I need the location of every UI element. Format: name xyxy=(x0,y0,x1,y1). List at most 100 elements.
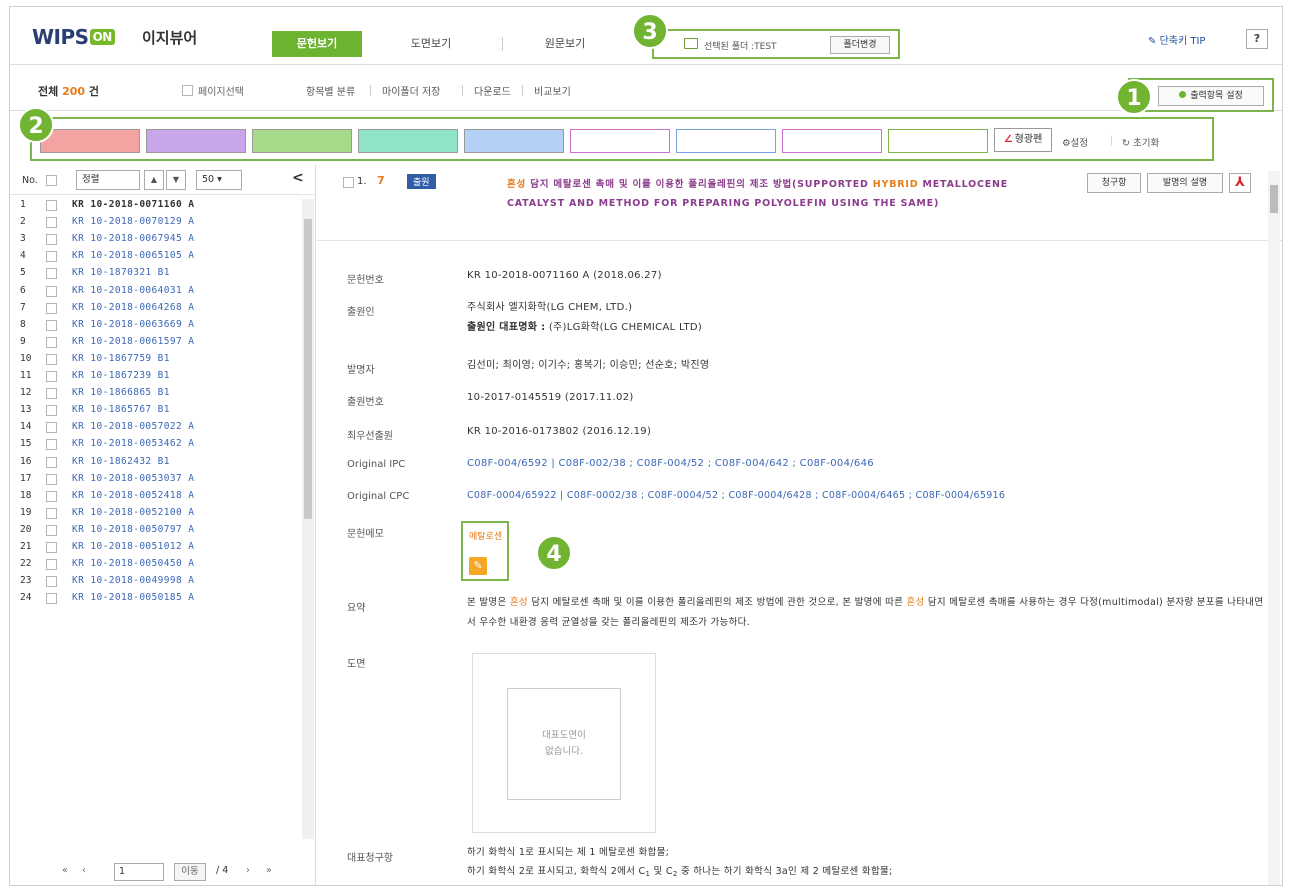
row-checkbox[interactable] xyxy=(46,439,57,451)
list-item[interactable]: 2 KR 10-2018-0070129 A xyxy=(10,214,302,231)
scrollbar-thumb[interactable] xyxy=(1270,185,1278,213)
row-checkbox[interactable] xyxy=(46,422,57,434)
highlight-settings-link[interactable]: ⚙설정 xyxy=(1062,135,1088,149)
cpc-links[interactable]: C08F-0004/65922 | C08F-0002/38 ; C08F-00… xyxy=(467,486,1267,506)
document-number-link[interactable]: KR 10-2018-0064268 A xyxy=(72,302,194,313)
select-all-checkbox[interactable] xyxy=(46,175,57,186)
prev-page-button[interactable]: ‹ xyxy=(82,865,86,876)
highlight-swatch-4[interactable] xyxy=(358,129,458,153)
row-checkbox[interactable] xyxy=(46,524,57,536)
highlight-swatch-5[interactable] xyxy=(464,129,564,153)
row-checkbox[interactable] xyxy=(46,200,57,211)
next-page-button[interactable]: › xyxy=(246,865,250,876)
document-number-link[interactable]: KR 10-2018-0049998 A xyxy=(72,575,194,586)
row-checkbox[interactable] xyxy=(46,302,57,314)
list-item[interactable]: 17 KR 10-2018-0053037 A xyxy=(10,471,302,488)
list-item[interactable]: 18 KR 10-2018-0052418 A xyxy=(10,488,302,505)
document-number-link[interactable]: KR 10-2018-0050185 A xyxy=(72,592,194,603)
document-number-link[interactable]: KR 10-2018-0052418 A xyxy=(72,490,194,501)
list-item[interactable]: 8 KR 10-2018-0063669 A xyxy=(10,317,302,334)
tab-original-view[interactable]: 원문보기 xyxy=(520,31,610,57)
pdf-icon[interactable]: ⅄ xyxy=(1229,173,1251,193)
document-number-link[interactable]: KR 10-2018-0053037 A xyxy=(72,473,194,484)
highlight-swatch-1[interactable] xyxy=(40,129,140,153)
shortcut-tip-link[interactable]: ✎ 단축키 TIP xyxy=(1148,32,1205,47)
document-number-link[interactable]: KR 10-1865767 B1 xyxy=(72,404,170,415)
row-checkbox[interactable] xyxy=(46,234,57,246)
row-checkbox[interactable] xyxy=(46,593,57,605)
row-checkbox[interactable] xyxy=(46,490,57,502)
last-page-button[interactable]: » xyxy=(266,865,272,876)
highlight-swatch-2[interactable] xyxy=(146,129,246,153)
highlight-swatch-9[interactable] xyxy=(888,129,988,153)
document-number-link[interactable]: KR 10-2018-0063669 A xyxy=(72,319,194,330)
sort-descending-button[interactable]: ▼ xyxy=(166,170,186,190)
document-number-link[interactable]: KR 10-2018-0050797 A xyxy=(72,524,194,535)
list-item[interactable]: 24 KR 10-2018-0050185 A xyxy=(10,590,302,607)
document-number-link[interactable]: KR 10-2018-0061597 A xyxy=(72,336,194,347)
row-checkbox[interactable] xyxy=(46,268,57,280)
highlight-reset-link[interactable]: ↻ 초기화 xyxy=(1122,135,1159,149)
list-item[interactable]: 9 KR 10-2018-0061597 A xyxy=(10,334,302,351)
list-item[interactable]: 14 KR 10-2018-0057022 A xyxy=(10,419,302,436)
highlight-swatch-8[interactable] xyxy=(782,129,882,153)
list-item[interactable]: 3 KR 10-2018-0067945 A xyxy=(10,231,302,248)
list-item[interactable]: 19 KR 10-2018-0052100 A xyxy=(10,505,302,522)
list-item[interactable]: 22 KR 10-2018-0050450 A xyxy=(10,556,302,573)
document-number-link[interactable]: KR 10-1867239 B1 xyxy=(72,370,170,381)
output-settings-button[interactable]: 출력항목 설정 xyxy=(1158,86,1264,106)
page-number-input[interactable]: 1 xyxy=(114,863,164,881)
tab-drawing-view[interactable]: 도면보기 xyxy=(386,31,476,57)
document-number-link[interactable]: KR 10-2018-0050450 A xyxy=(72,558,194,569)
document-number-link[interactable]: KR 10-2018-0051012 A xyxy=(72,541,194,552)
sort-select[interactable]: 정렬 xyxy=(76,170,140,190)
row-checkbox[interactable] xyxy=(46,353,57,365)
scrollbar-thumb[interactable] xyxy=(304,219,312,519)
document-number-link[interactable]: KR 10-2018-0053462 A xyxy=(72,438,194,449)
row-checkbox[interactable] xyxy=(46,319,57,331)
save-my-folder-link[interactable]: 마이폴더 저장 xyxy=(382,83,440,98)
per-page-select[interactable]: 50 ▾ xyxy=(196,170,242,190)
row-checkbox[interactable] xyxy=(46,217,57,229)
go-page-button[interactable]: 이동 xyxy=(174,863,206,881)
change-folder-button[interactable]: 폴더변경 xyxy=(830,36,890,54)
highlighter-button[interactable]: ∠ 형광펜 xyxy=(994,128,1052,152)
row-checkbox[interactable] xyxy=(46,336,57,348)
row-checkbox[interactable] xyxy=(46,388,57,400)
row-checkbox[interactable] xyxy=(46,405,57,417)
sort-ascending-button[interactable]: ▲ xyxy=(144,170,164,190)
select-page-checkbox[interactable]: 페이지선택 xyxy=(182,83,244,98)
claims-button[interactable]: 청구항 xyxy=(1087,173,1141,193)
document-number-link[interactable]: KR 10-1867759 B1 xyxy=(72,353,170,364)
row-checkbox[interactable] xyxy=(46,473,57,485)
list-item[interactable]: 23 KR 10-2018-0049998 A xyxy=(10,573,302,590)
download-link[interactable]: 다운로드 xyxy=(474,83,511,98)
document-number-link[interactable]: KR 10-1862432 B1 xyxy=(72,456,170,467)
list-item[interactable]: 7 KR 10-2018-0064268 A xyxy=(10,300,302,317)
document-number-link[interactable]: KR 10-2018-0052100 A xyxy=(72,507,194,518)
list-item[interactable]: 21 KR 10-2018-0051012 A xyxy=(10,539,302,556)
detail-scrollbar[interactable] xyxy=(1268,171,1280,885)
row-checkbox[interactable] xyxy=(46,576,57,588)
row-checkbox[interactable] xyxy=(46,542,57,553)
document-number-link[interactable]: KR 10-2018-0070129 A xyxy=(72,216,194,227)
row-checkbox[interactable] xyxy=(46,251,57,263)
list-item[interactable]: 6 KR 10-2018-0064031 A xyxy=(10,283,302,300)
ipc-links[interactable]: C08F-004/6592 | C08F-002/38 ; C08F-004/5… xyxy=(467,454,1267,474)
checkbox[interactable] xyxy=(182,85,193,96)
list-item[interactable]: 20 KR 10-2018-0050797 A xyxy=(10,522,302,539)
document-checkbox[interactable] xyxy=(343,177,354,188)
document-number-link[interactable]: KR 10-2018-0057022 A xyxy=(72,421,194,432)
document-number-link[interactable]: KR 10-2018-0067945 A xyxy=(72,233,194,244)
document-number-link[interactable]: KR 10-1866865 B1 xyxy=(72,387,170,398)
tab-document-view[interactable]: 문헌보기 xyxy=(272,31,362,57)
list-scrollbar[interactable] xyxy=(302,199,314,839)
help-button[interactable]: ? xyxy=(1246,29,1268,49)
list-item[interactable]: 1 KR 10-2018-0071160 A xyxy=(10,197,302,214)
row-checkbox[interactable] xyxy=(46,456,57,468)
classify-by-field-link[interactable]: 항목별 분류 xyxy=(306,83,355,98)
row-checkbox[interactable] xyxy=(46,285,57,297)
list-item[interactable]: 13 KR 10-1865767 B1 xyxy=(10,402,302,419)
document-number-link[interactable]: KR 10-2018-0064031 A xyxy=(72,285,194,296)
edit-memo-icon[interactable]: ✎ xyxy=(469,557,487,575)
